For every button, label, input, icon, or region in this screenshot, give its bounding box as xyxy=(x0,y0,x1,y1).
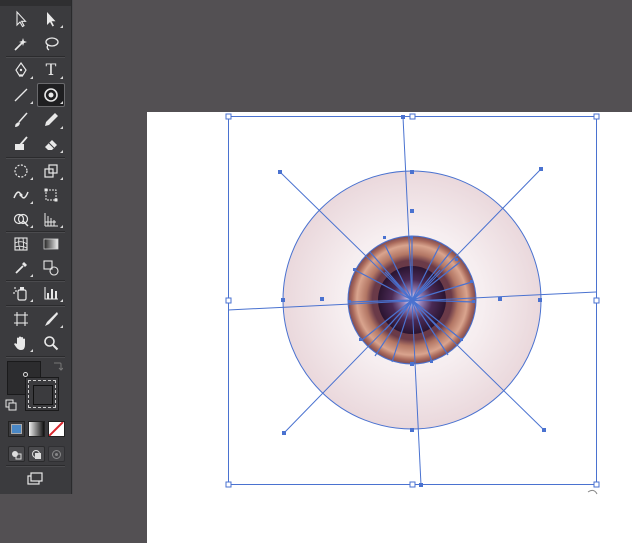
handle-top-right[interactable] xyxy=(593,113,600,120)
handle-bottom-left[interactable] xyxy=(225,481,232,488)
handle-middle-right[interactable] xyxy=(593,297,600,304)
handle-bottom-middle[interactable] xyxy=(409,481,416,488)
canvas-artwork[interactable] xyxy=(0,0,632,543)
handle-middle-left[interactable] xyxy=(225,297,232,304)
handle-bottom-right[interactable] xyxy=(593,481,600,488)
handle-top-middle[interactable] xyxy=(409,113,416,120)
handle-top-left[interactable] xyxy=(225,113,232,120)
rotate-cursor-icon xyxy=(587,489,598,495)
